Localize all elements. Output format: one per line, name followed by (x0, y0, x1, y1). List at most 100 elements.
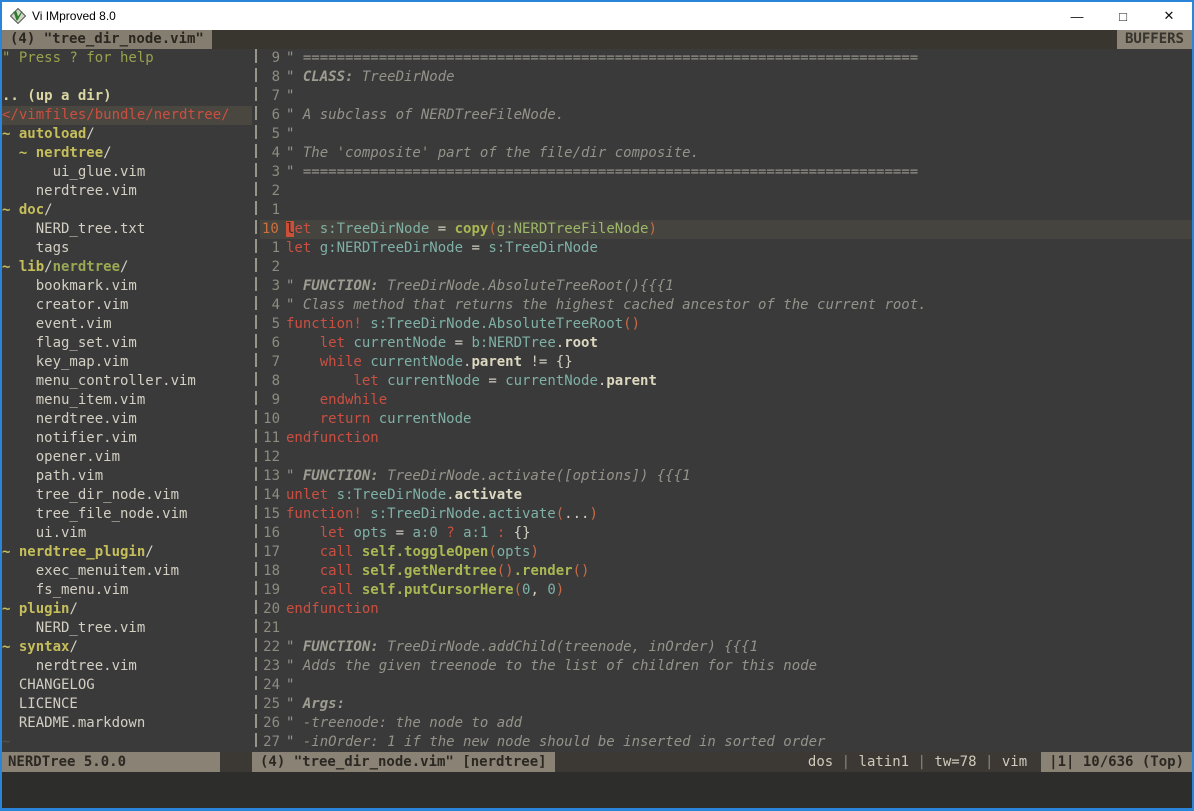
code-line-text: while currentNode.parent != {} (286, 353, 1192, 372)
line-number: 16 (260, 524, 286, 543)
code-line[interactable]: 15function! s:TreeDirNode.activate(...) (260, 505, 1192, 524)
code-line-text: function! s:TreeDirNode.activate(...) (286, 505, 1192, 524)
tree-item[interactable]: creator.vim (2, 296, 252, 315)
line-number: 19 (260, 581, 286, 600)
tree-item[interactable]: bookmark.vim (2, 277, 252, 296)
window-split-separator[interactable] (252, 49, 260, 752)
line-number: 4 (260, 296, 286, 315)
code-line[interactable]: 5" (260, 125, 1192, 144)
tree-item-label: nerdtree.vim (2, 658, 137, 674)
tree-item[interactable]: .. (up a dir) (2, 87, 252, 106)
code-line[interactable]: 2 (260, 182, 1192, 201)
tree-item[interactable]: menu_controller.vim (2, 372, 252, 391)
tree-item[interactable]: ~ autoload/ (2, 125, 252, 144)
code-line[interactable]: 6 let currentNode = b:NERDTree.root (260, 334, 1192, 353)
tree-item-label: NERD_tree.txt (2, 221, 145, 237)
tree-item[interactable]: NERD_tree.vim (2, 619, 252, 638)
minimize-button[interactable]: — (1054, 2, 1100, 30)
tree-item[interactable]: event.vim (2, 315, 252, 334)
code-line[interactable]: 10 return currentNode (260, 410, 1192, 429)
tree-item[interactable]: notifier.vim (2, 429, 252, 448)
code-line[interactable]: 25" Args: (260, 695, 1192, 714)
code-line[interactable]: 26" -treenode: the node to add (260, 714, 1192, 733)
code-line[interactable]: 9 endwhile (260, 391, 1192, 410)
tree-item[interactable]: ui.vim (2, 524, 252, 543)
code-line-text: let currentNode = currentNode.parent (286, 372, 1192, 391)
tab-tree-dir-node[interactable]: (4) "tree_dir_node.vim" (2, 30, 212, 49)
tree-item[interactable]: menu_item.vim (2, 391, 252, 410)
tree-item[interactable]: " Press ? for help (2, 49, 252, 68)
code-line[interactable]: 27" -inOrder: 1 if the new node should b… (260, 733, 1192, 752)
tree-item-label: ~ nerdtree (2, 145, 103, 161)
code-line[interactable]: 1let g:NERDTreeDirNode = s:TreeDirNode (260, 239, 1192, 258)
code-line[interactable]: 13" FUNCTION: TreeDirNode.activate([opti… (260, 467, 1192, 486)
tree-item[interactable]: ~ lib/nerdtree/ (2, 258, 252, 277)
tree-item[interactable]: ~ nerdtree/ (2, 144, 252, 163)
code-line[interactable]: 3" FUNCTION: TreeDirNode.AbsoluteTreeRoo… (260, 277, 1192, 296)
code-line-text: " ======================================… (286, 163, 1192, 182)
file-status-segment: (4) "tree_dir_node.vim" [nerdtree] (252, 752, 555, 772)
tree-item[interactable]: nerdtree.vim (2, 410, 252, 429)
tree-item[interactable]: ~ doc/ (2, 201, 252, 220)
code-line[interactable]: 4" The 'composite' part of the file/dir … (260, 144, 1192, 163)
line-number: 14 (260, 486, 286, 505)
tree-item[interactable]: ui_glue.vim (2, 163, 252, 182)
code-line[interactable]: 5function! s:TreeDirNode.AbsoluteTreeRoo… (260, 315, 1192, 334)
tree-item[interactable]: LICENCE (2, 695, 252, 714)
line-number: 3 (260, 277, 286, 296)
tree-item-label: menu_controller.vim (2, 373, 196, 389)
tree-item[interactable]: tags (2, 239, 252, 258)
code-line[interactable]: 18 call self.getNerdtree().render() (260, 562, 1192, 581)
tree-item-selected[interactable]: </vimfiles/bundle/nerdtree/ (2, 106, 252, 125)
tree-item[interactable] (2, 68, 252, 87)
tree-item[interactable]: exec_menuitem.vim (2, 562, 252, 581)
tree-item[interactable]: opener.vim (2, 448, 252, 467)
tree-item[interactable]: CHANGELOG (2, 676, 252, 695)
tree-item[interactable]: NERD_tree.txt (2, 220, 252, 239)
code-line[interactable]: 6" A subclass of NERDTreeFileNode. (260, 106, 1192, 125)
code-line[interactable]: 7 while currentNode.parent != {} (260, 353, 1192, 372)
tree-item-label: nerdtree.vim (2, 411, 137, 427)
code-line[interactable]: 3" =====================================… (260, 163, 1192, 182)
code-line[interactable]: 8 let currentNode = currentNode.parent (260, 372, 1192, 391)
code-line[interactable]: 7" (260, 87, 1192, 106)
tree-item[interactable]: ~ plugin/ (2, 600, 252, 619)
command-line[interactable] (2, 772, 1192, 808)
code-line[interactable]: 12 (260, 448, 1192, 467)
code-line[interactable]: 22" FUNCTION: TreeDirNode.addChild(treen… (260, 638, 1192, 657)
tree-item[interactable]: tree_dir_node.vim (2, 486, 252, 505)
code-line[interactable]: 9" =====================================… (260, 49, 1192, 68)
code-line[interactable]: 21 (260, 619, 1192, 638)
tree-item[interactable]: flag_set.vim (2, 334, 252, 353)
tree-item[interactable]: nerdtree.vim (2, 657, 252, 676)
code-line[interactable]: 20endfunction (260, 600, 1192, 619)
code-line[interactable]: 4" Class method that returns the highest… (260, 296, 1192, 315)
tree-item[interactable]: key_map.vim (2, 353, 252, 372)
code-line[interactable]: 16 let opts = a:0 ? a:1 : {} (260, 524, 1192, 543)
buffers-label: BUFFERS (1117, 30, 1192, 49)
tree-item-label: nerdtree (53, 259, 120, 275)
tree-item[interactable]: path.vim (2, 467, 252, 486)
tree-item[interactable]: nerdtree.vim (2, 182, 252, 201)
tree-item[interactable]: fs_menu.vim (2, 581, 252, 600)
code-line[interactable]: 17 call self.toggleOpen(opts) (260, 543, 1192, 562)
code-line-text: " -inOrder: 1 if the new node should be … (286, 733, 1192, 752)
tree-item-label: / (69, 601, 77, 617)
close-button[interactable]: ✕ (1146, 2, 1192, 30)
code-line[interactable]: 2 (260, 258, 1192, 277)
tree-item[interactable]: ~ (2, 733, 252, 752)
maximize-button[interactable]: □ (1100, 2, 1146, 30)
code-line[interactable]: 24" (260, 676, 1192, 695)
tree-item[interactable]: tree_file_node.vim (2, 505, 252, 524)
code-line[interactable]: 19 call self.putCursorHere(0, 0) (260, 581, 1192, 600)
tree-item[interactable]: ~ syntax/ (2, 638, 252, 657)
code-line[interactable]: 11endfunction (260, 429, 1192, 448)
tree-item[interactable]: ~ nerdtree_plugin/ (2, 543, 252, 562)
code-line[interactable]: 1 (260, 201, 1192, 220)
code-line[interactable]: 23" Adds the given treenode to the list … (260, 657, 1192, 676)
code-line[interactable]: 14unlet s:TreeDirNode.activate (260, 486, 1192, 505)
line-number: 6 (260, 106, 286, 125)
tree-item[interactable]: README.markdown (2, 714, 252, 733)
code-line-current[interactable]: 10let s:TreeDirNode = copy(g:NERDTreeFil… (260, 220, 1192, 239)
code-line[interactable]: 8" CLASS: TreeDirNode (260, 68, 1192, 87)
